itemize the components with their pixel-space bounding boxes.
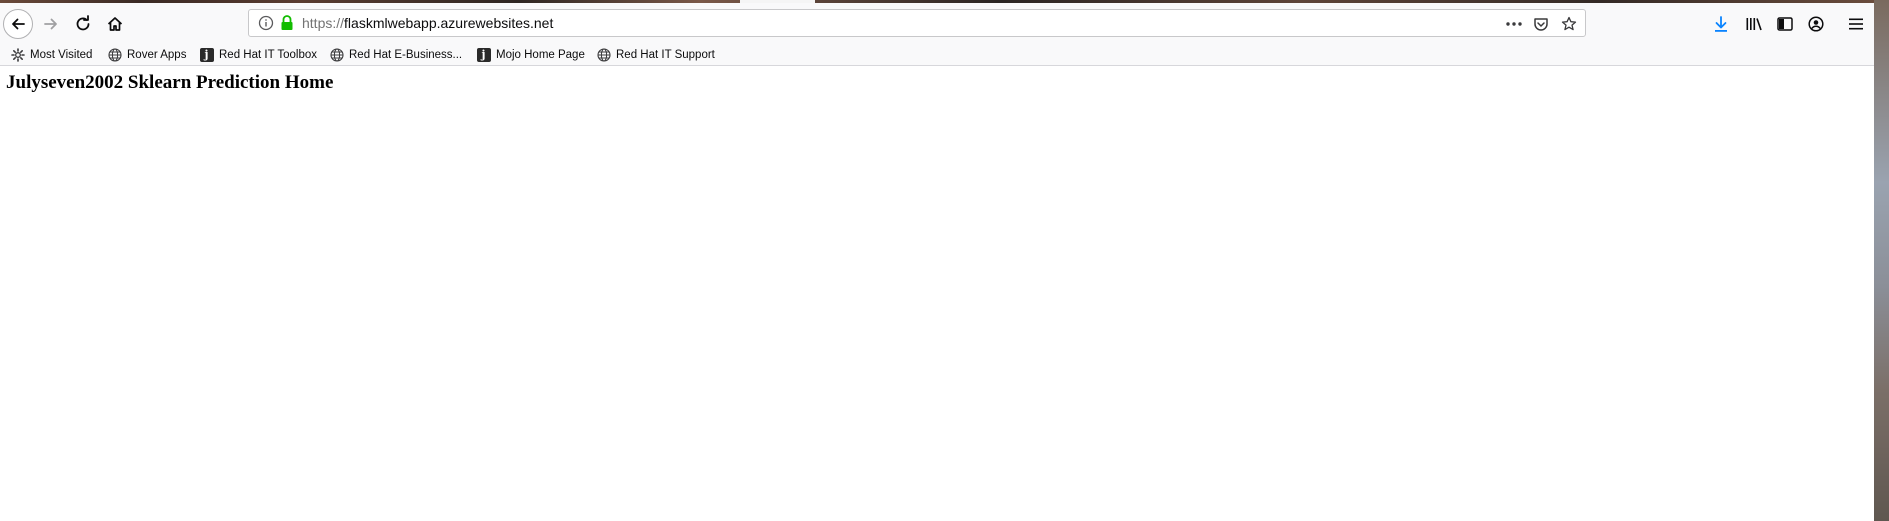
bookmark-red-hat-it-support[interactable]: Red Hat IT Support [596, 46, 715, 63]
account-button[interactable] [1805, 13, 1827, 35]
desktop-wallpaper-edge [1874, 0, 1889, 521]
globe-icon [596, 47, 611, 62]
library-button[interactable] [1743, 13, 1765, 35]
gear-icon [10, 47, 25, 62]
url-text[interactable]: https://flaskmlwebapp.azurewebsites.net [302, 15, 553, 31]
reload-icon [76, 15, 90, 31]
account-icon [1808, 16, 1824, 32]
navigation-toolbar: https://flaskmlwebapp.azurewebsites.net [0, 3, 1874, 43]
reload-button[interactable] [68, 9, 98, 39]
back-icon [12, 18, 25, 30]
info-icon[interactable] [257, 14, 275, 32]
url-host: flaskmlwebapp.azurewebsites.net [344, 15, 554, 31]
forward-icon [44, 18, 57, 30]
bookmark-label: Red Hat E-Business... [349, 48, 463, 61]
pocket-button[interactable] [1531, 14, 1551, 34]
library-icon [1746, 18, 1762, 31]
globe-icon [329, 47, 344, 62]
menu-button[interactable] [1845, 13, 1867, 35]
bookmark-label: Red Hat IT Support [616, 48, 715, 61]
home-icon [107, 17, 123, 31]
page-actions-button[interactable] [1504, 14, 1524, 34]
bookmark-label: Mojo Home Page [496, 48, 585, 61]
j-icon: j [199, 47, 214, 62]
sidebar-icon [1777, 17, 1793, 31]
bookmark-mojo-home-page[interactable]: j Mojo Home Page [476, 46, 585, 63]
url-scheme: https:// [302, 15, 345, 31]
menu-icon [1849, 18, 1863, 30]
bookmark-label: Most Visited [30, 48, 93, 61]
bookmark-label: Red Hat IT Toolbox [219, 48, 318, 61]
pocket-icon [1534, 18, 1548, 31]
bookmarks-toolbar: Most Visited Rover Apps j Red Hat IT Too… [0, 43, 1874, 66]
sidebar-button[interactable] [1774, 13, 1796, 35]
page-content: Julyseven2002 Sklearn Prediction Home [0, 66, 1874, 521]
star-icon [1561, 16, 1577, 31]
bookmark-rover-apps[interactable]: Rover Apps [107, 46, 186, 63]
address-bar[interactable]: https://flaskmlwebapp.azurewebsites.net [248, 9, 1586, 37]
home-button[interactable] [100, 9, 130, 39]
bookmark-most-visited[interactable]: Most Visited [10, 46, 92, 63]
bookmark-red-hat-it-toolbox[interactable]: j Red Hat IT Toolbox [199, 46, 317, 63]
download-icon [1715, 16, 1727, 32]
more-icon [1506, 22, 1522, 26]
back-button[interactable] [3, 9, 33, 39]
forward-button[interactable] [36, 9, 66, 39]
bookmark-star-button[interactable] [1559, 14, 1579, 34]
bookmark-red-hat-e-business[interactable]: Red Hat E-Business... [329, 46, 462, 63]
j-icon: j [476, 47, 491, 62]
downloads-button[interactable] [1710, 13, 1732, 35]
globe-icon [107, 47, 122, 62]
lock-icon[interactable] [279, 14, 295, 32]
page-title: Julyseven2002 Sklearn Prediction Home [6, 72, 334, 93]
bookmark-label: Rover Apps [127, 48, 187, 61]
